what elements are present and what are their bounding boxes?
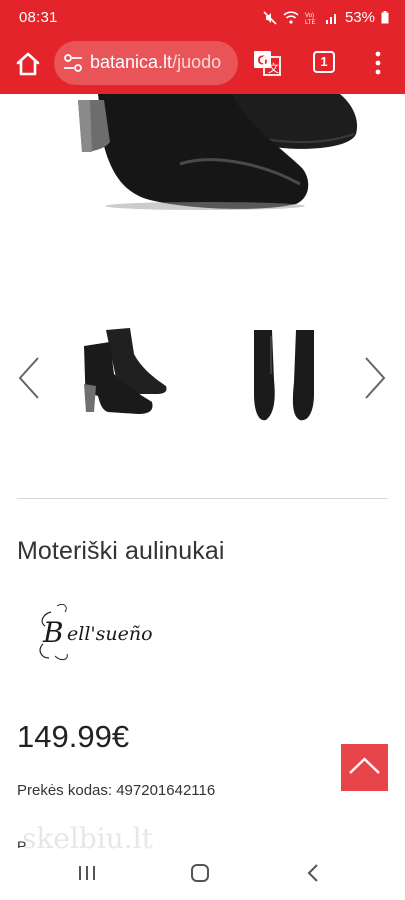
tab-switcher-button[interactable]: 1 [313,51,335,73]
product-code-value: 497201642116 [116,782,216,799]
scroll-to-top-button[interactable] [341,744,388,791]
volte-icon: Vo) LTE [305,13,316,25]
home-nav-icon[interactable] [190,863,210,883]
chevron-left-icon[interactable] [14,354,44,402]
battery-percent: 53% [344,9,375,26]
mute-icon [263,10,277,25]
gallery-thumbnail[interactable] [72,324,172,434]
more-options-icon[interactable] [368,50,388,76]
battery-icon [381,11,389,24]
partial-text-line: P... [17,838,37,848]
status-time: 08:31 [19,9,58,26]
url-domain: batanica.lt [90,52,173,72]
product-code-label: Prekės kodas: [17,782,113,799]
svg-text:B: B [42,616,64,649]
address-bar[interactable]: batanica.lt/juodo [54,41,238,85]
svg-text:G: G [258,53,268,68]
product-main-image[interactable] [0,94,405,234]
status-icons: Vo) LTE 53% [263,9,389,26]
status-bar: 08:31 Vo) LTE 53% [0,0,405,36]
site-settings-icon[interactable] [63,54,83,72]
gallery-thumbnail[interactable] [240,324,332,434]
svg-text:文: 文 [268,61,279,75]
back-icon[interactable] [306,862,320,884]
browser-toolbar: batanica.lt/juodo G 文 1 [0,36,405,94]
chevron-up-icon [349,757,380,774]
svg-text:LTE: LTE [305,20,316,25]
product-price: 149.99€ [17,719,130,754]
brand-logo[interactable]: B ell'sueño [33,598,193,668]
svg-text:Vo): Vo) [305,13,314,19]
chevron-right-icon[interactable] [360,354,390,402]
url-text: batanica.lt/juodo [90,52,221,73]
home-icon[interactable] [12,48,44,80]
section-divider [17,498,388,499]
product-title: Moteriški aulinukai [17,537,225,565]
wifi-icon [283,11,299,24]
svg-text:ell'sueño: ell'sueño [67,623,153,645]
recent-apps-icon[interactable] [77,864,97,882]
system-nav-bar [0,850,405,900]
translate-icon[interactable]: G 文 [252,48,282,78]
url-path: /juodo [172,52,222,72]
product-code-row: Prekės kodas: 497201642116 [17,782,215,799]
image-gallery [0,310,405,430]
signal-icon [325,14,336,24]
